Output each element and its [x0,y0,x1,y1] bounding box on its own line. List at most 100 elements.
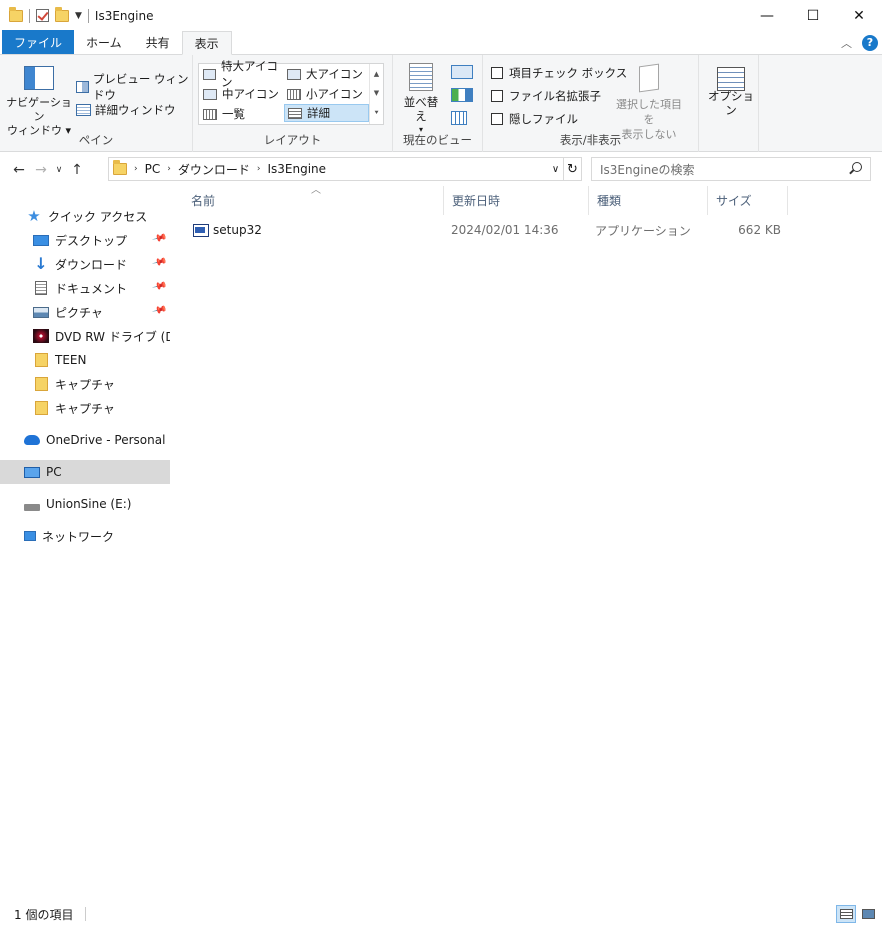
group-by-icon[interactable] [451,65,473,79]
details-view-button[interactable] [836,905,856,923]
back-arrow-icon[interactable]: ← [8,162,30,178]
nav-quick-access[interactable]: ★ クイック アクセス [0,204,170,228]
nav-label: PC [46,465,62,479]
refresh-icon[interactable]: ↻ [563,158,581,180]
table-row[interactable]: setup32 2024/02/01 14:36 アプリケーション 662 KB [183,219,793,241]
layout-details[interactable]: 詳細 [284,104,369,122]
nav-label: DVD RW ドライブ (D:) TE [55,329,170,344]
column-header-name[interactable]: 名前 [183,186,444,215]
expand-gallery-icon[interactable]: ⯆ [374,109,380,118]
up-arrow-icon[interactable]: ↑ [66,162,88,178]
large-icons-view-icon [861,909,875,919]
help-icon[interactable]: ? [862,34,878,51]
medium-icons-icon [203,88,217,100]
search-input[interactable]: Is3Engineの検索 [591,157,871,181]
item-checkboxes-toggle[interactable]: 項目チェック ボックス [491,65,627,81]
ribbon-group-pane: ナビゲーション ウィンドウ ▾ プレビュー ウィンドウ 詳細ウィンドウ ペイン [0,55,193,152]
address-dropdown-icon[interactable]: ∨ [547,158,563,180]
tab-home[interactable]: ホーム [74,31,134,54]
properties-icon[interactable] [36,9,49,22]
sort-by-button[interactable]: 並べ替え ▾ [399,63,443,137]
file-list: ︿ 名前 更新日時 種類 サイズ setup32 2024/02/01 14:3… [183,185,882,886]
add-columns-icon[interactable] [451,88,473,102]
chevron-right-icon[interactable]: › [167,164,171,174]
forward-arrow-icon[interactable]: → [30,162,52,178]
scroll-down-icon[interactable]: ▼ [374,89,379,97]
options-button[interactable]: オプション [705,63,757,117]
search-icon[interactable] [852,162,862,172]
layout-extra-large-icons[interactable]: 特大アイコン [200,59,284,89]
checkbox[interactable] [491,67,503,79]
details-icon [288,107,302,119]
checkbox[interactable] [491,90,503,102]
large-icons-view-button[interactable] [858,905,878,923]
details-pane-button[interactable]: 詳細ウィンドウ [76,102,176,118]
chevron-right-icon[interactable]: › [134,164,138,174]
checkbox[interactable] [491,113,503,125]
nav-desktop[interactable]: デスクトップ 📌 [0,228,170,252]
layout-item-label: 小アイコン [306,87,363,101]
size-columns-icon[interactable] [451,111,467,125]
breadcrumb-pc[interactable]: PC [145,162,161,176]
group-label: 表示/非表示 [559,133,622,147]
breadcrumb-is3engine[interactable]: Is3Engine [267,162,326,176]
nav-dvd-drive[interactable]: DVD RW ドライブ (D:) TE [0,324,170,348]
layout-list[interactable]: 一覧 [200,105,284,123]
ribbon-tabs: ファイル ホーム 共有 表示 ︿ ? [0,30,882,55]
details-pane-icon [76,104,91,116]
navigation-pane: ★ クイック アクセス デスクトップ 📌 ↓ ダウンロード 📌 ドキュメント 📌… [0,190,170,890]
minimize-button[interactable]: — [744,0,790,31]
new-folder-icon[interactable] [55,6,69,22]
item-count: 1 個の項目 [14,907,74,922]
layout-gallery-scroll[interactable]: ▲ ▼ ⯆ [369,64,383,124]
scroll-up-icon[interactable]: ▲ [374,70,379,78]
navigation-pane-button[interactable]: ナビゲーション ウィンドウ ▾ [6,63,72,138]
breadcrumb-downloads[interactable]: ダウンロード [178,161,250,178]
close-button[interactable]: ✕ [836,0,882,31]
column-header-type[interactable]: 種類 [589,186,708,215]
details-pane-label: 詳細ウィンドウ [95,103,176,117]
address-bar-row: ← → ∨ ↑ › PC › ダウンロード › Is3Engine ∨ ↻ Is… [0,157,882,183]
column-header-size[interactable]: サイズ [708,186,788,215]
ribbon: ナビゲーション ウィンドウ ▾ プレビュー ウィンドウ 詳細ウィンドウ ペイン … [0,55,882,152]
maximize-button[interactable]: ☐ [790,0,836,31]
address-box[interactable]: › PC › ダウンロード › Is3Engine ∨ ↻ [108,157,582,181]
file-extensions-toggle[interactable]: ファイル名拡張子 [491,88,601,104]
cloud-icon [24,435,40,445]
hide-selected-items-button[interactable]: 選択した項目を 表示しない [611,63,687,142]
nav-folder-capture[interactable]: キャプチャ [0,372,170,396]
preview-pane-button[interactable]: プレビュー ウィンドウ [76,71,192,103]
column-header-modified[interactable]: 更新日時 [444,186,589,215]
preview-pane-icon [76,81,89,93]
tab-share[interactable]: 共有 [134,31,182,54]
file-name-cell[interactable]: setup32 [193,219,262,241]
nav-downloads[interactable]: ↓ ダウンロード 📌 [0,252,170,276]
nav-this-pc[interactable]: PC [0,460,170,484]
hidden-items-toggle[interactable]: 隠しファイル [491,111,578,127]
nav-folder-teen[interactable]: TEEN [0,348,170,372]
layout-item-label: 中アイコン [222,87,279,101]
nav-onedrive[interactable]: OneDrive - Personal [0,428,170,452]
chevron-right-icon[interactable]: › [257,164,261,174]
recent-locations-icon[interactable]: ∨ [52,165,66,175]
tab-view[interactable]: 表示 [181,31,232,55]
usb-drive-icon [24,503,40,511]
folder-icon [113,160,127,175]
layout-small-icons[interactable]: 小アイコン [284,85,368,103]
customize-toolbar-icon[interactable]: ▼ [75,11,82,21]
checkbox-label: 隠しファイル [509,112,578,126]
nav-pictures[interactable]: ピクチャ 📌 [0,300,170,324]
nav-label: ダウンロード [55,257,128,272]
document-icon [35,281,47,295]
tab-file[interactable]: ファイル [2,30,75,54]
minimize-ribbon-icon[interactable]: ︿ [841,35,852,51]
nav-label: OneDrive - Personal [46,433,166,447]
nav-drive-e[interactable]: UnionSine (E:) [0,492,170,516]
layout-medium-icons[interactable]: 中アイコン [200,85,284,103]
nav-network[interactable]: ネットワーク [0,524,170,548]
folder-icon [35,401,48,415]
layout-large-icons[interactable]: 大アイコン [284,65,368,83]
nav-documents[interactable]: ドキュメント 📌 [0,276,170,300]
large-icons-icon [287,68,301,80]
nav-folder-capture[interactable]: キャプチャ [0,396,170,420]
